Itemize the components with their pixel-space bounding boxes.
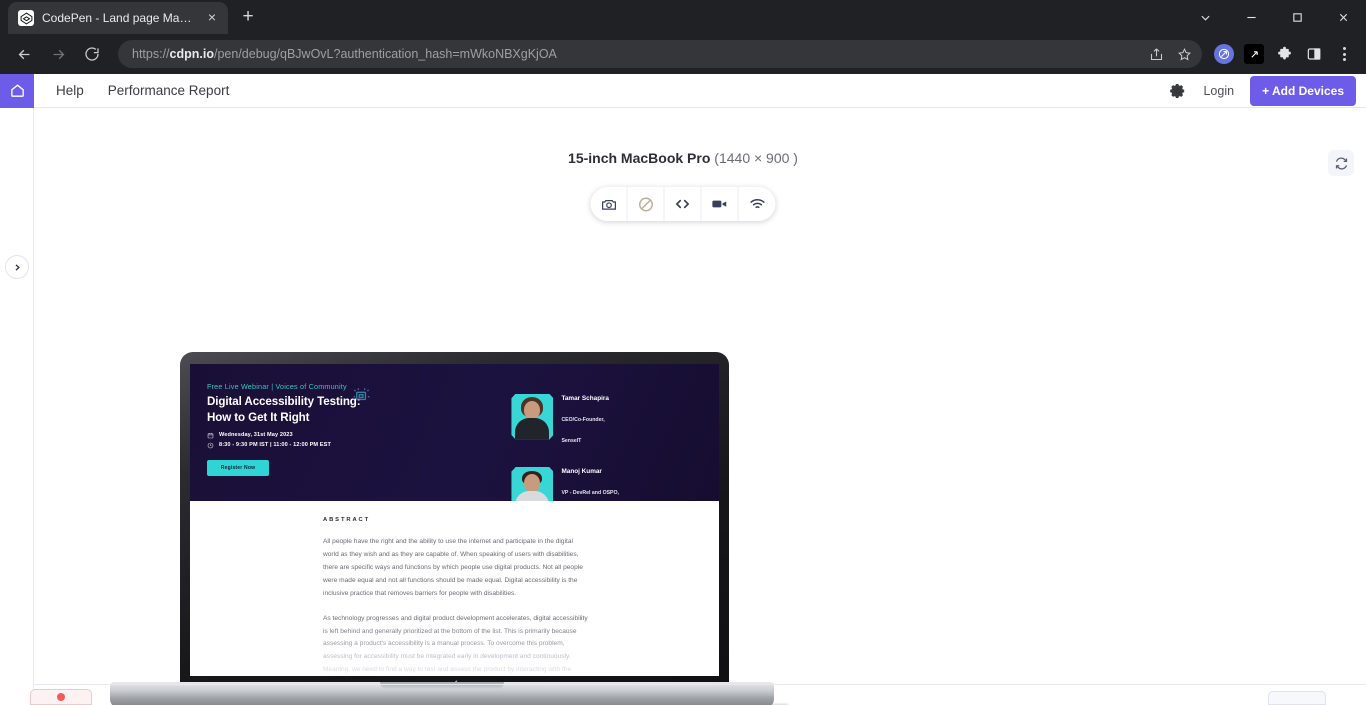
hero-eyebrow: Free Live Webinar | Voices of Community (207, 382, 347, 391)
hero-meta: Wednesday, 31st May 2023 8:30 - 9:30 PM … (207, 432, 719, 449)
side-panel-icon[interactable] (1300, 40, 1328, 68)
avatar (511, 393, 554, 440)
browser-tab[interactable]: CodePen - Land page Masking × (8, 2, 228, 34)
bookmark-star-icon[interactable] (1172, 42, 1196, 66)
login-link[interactable]: Login (1203, 84, 1234, 98)
back-arrow-icon[interactable] (8, 38, 40, 70)
clock-icon (207, 442, 214, 449)
video-record-icon[interactable] (702, 187, 739, 221)
forward-arrow-icon[interactable] (42, 38, 74, 70)
window-controls (1182, 0, 1366, 34)
speaker-list: Tamar Schapira CEO/Co-Founder, SenseIT M… (511, 385, 619, 501)
bottom-right-pill[interactable] (1268, 691, 1326, 705)
abstract-section: ABSTRACT All people have the right and t… (190, 501, 719, 676)
register-now-button[interactable]: Register Now (207, 459, 269, 476)
device-name: 15-inch MacBook Pro (568, 150, 711, 166)
webinar-hero: Free Live Webinar | Voices of Community … (190, 364, 719, 501)
abstract-paragraph-1: All people have the right and the abilit… (323, 538, 583, 597)
url-domain: cdpn.io (169, 47, 214, 61)
speaker-info: Tamar Schapira CEO/Co-Founder, SenseIT (561, 385, 608, 448)
rotate-refresh-icon[interactable] (1328, 150, 1354, 176)
sidebar-divider (33, 108, 34, 705)
abstract-content: ABSTRACT All people have the right and t… (190, 517, 719, 676)
device-resolution: (1440 × 900 ) (714, 150, 798, 166)
bottom-divider (33, 684, 1366, 685)
tab-strip: CodePen - Land page Masking × + (0, 0, 1366, 34)
extension-lambdatest-dark-icon[interactable] (1240, 40, 1268, 68)
preview-toolbar (590, 187, 776, 221)
url-bar-actions (1144, 40, 1196, 68)
calendar-icon (207, 432, 214, 439)
network-throttle-wifi-icon[interactable] (739, 187, 776, 221)
browser-window: CodePen - Land page Masking × + https://… (0, 0, 1366, 705)
app-nav-links: Help Performance Report (56, 83, 229, 98)
device-title: 15-inch MacBook Pro (1440 × 900 ) (0, 150, 1366, 166)
speaker-item: Manoj Kumar VP - DevRel and OSPO, Lambda… (511, 458, 619, 501)
speaker-role-line2: SenseIT (561, 438, 582, 445)
speaker-role-line1: VP - DevRel and OSPO, (561, 490, 619, 497)
sidebar-expand-button[interactable] (5, 255, 29, 279)
speaker-role-line1: CEO/Co-Founder, (561, 417, 605, 424)
speaker-info: Manoj Kumar VP - DevRel and OSPO, Lambda… (561, 458, 619, 501)
close-icon[interactable]: × (204, 10, 220, 26)
codepen-icon (18, 10, 34, 26)
speaker-item: Tamar Schapira CEO/Co-Founder, SenseIT (511, 385, 619, 448)
gear-icon[interactable] (1169, 82, 1187, 100)
hero-title: Digital Accessibility Testing: How to Ge… (207, 394, 719, 426)
chevron-down-icon[interactable] (1182, 0, 1228, 34)
page-content: Help Performance Report Login + Add Devi… (0, 74, 1366, 705)
presentation-screen-icon (352, 386, 371, 410)
tab-title: CodePen - Land page Masking (42, 11, 196, 25)
code-brackets-icon[interactable] (665, 187, 702, 221)
device-preview-workspace: 15-inch MacBook Pro (1440 × 900 ) Free L… (0, 108, 1366, 705)
device-viewport[interactable]: Free Live Webinar | Voices of Community … (190, 364, 719, 676)
omnibox-toolbar: https://cdpn.io/pen/debug/qBJwOvL?authen… (0, 34, 1366, 74)
url-path: /pen/debug/qBJwOvL?authentication_hash=m… (213, 47, 557, 61)
hero-time: 8:30 - 9:30 PM IST | 11:00 - 12:00 PM ES… (219, 442, 331, 449)
new-tab-button[interactable]: + (234, 4, 262, 32)
extension-lambdatest-blue-icon[interactable] (1210, 40, 1238, 68)
reload-icon[interactable] (76, 38, 108, 70)
hero-date: Wednesday, 31st May 2023 (219, 432, 293, 439)
no-entry-circle-icon[interactable] (628, 187, 665, 221)
avatar (511, 466, 554, 501)
close-window-icon[interactable] (1320, 0, 1366, 34)
home-icon[interactable] (0, 74, 34, 108)
abstract-heading: ABSTRACT (323, 517, 371, 523)
speaker-name: Manoj Kumar (561, 468, 602, 476)
macbook-mockup: Free Live Webinar | Voices of Community … (110, 276, 800, 705)
nav-link-help[interactable]: Help (56, 83, 84, 98)
app-header: Help Performance Report Login + Add Devi… (0, 74, 1366, 108)
hero-title-line1: Digital Accessibility Testing: (207, 395, 361, 408)
hero-time-row: 8:30 - 9:30 PM IST | 11:00 - 12:00 PM ES… (207, 442, 719, 449)
maximize-icon[interactable] (1274, 0, 1320, 34)
extension-badge (1214, 44, 1234, 64)
share-icon[interactable] (1144, 42, 1168, 66)
hero-title-line2: How to Get It Right (207, 410, 310, 424)
url-bar[interactable]: https://cdpn.io/pen/debug/qBJwOvL?authen… (118, 40, 1202, 68)
browser-menu-icon[interactable] (1330, 40, 1358, 68)
url-text: https://cdpn.io/pen/debug/qBJwOvL?authen… (132, 47, 557, 61)
extension-badge (1244, 44, 1264, 64)
minimize-icon[interactable] (1228, 0, 1274, 34)
nav-link-performance-report[interactable]: Performance Report (108, 83, 230, 98)
app-header-actions: Login + Add Devices (1169, 75, 1366, 106)
screenshot-camera-icon[interactable] (591, 187, 628, 221)
abstract-paragraph-2: As technology progresses and digital pro… (323, 613, 589, 676)
hero-date-row: Wednesday, 31st May 2023 (207, 432, 719, 439)
add-devices-button[interactable]: + Add Devices (1250, 75, 1356, 106)
extensions-puzzle-icon[interactable] (1270, 40, 1298, 68)
issue-indicator-pill[interactable] (30, 689, 92, 705)
macbook-base (110, 682, 774, 705)
speaker-name: Tamar Schapira (561, 395, 609, 402)
macbook-lid: Free Live Webinar | Voices of Community … (180, 352, 729, 698)
